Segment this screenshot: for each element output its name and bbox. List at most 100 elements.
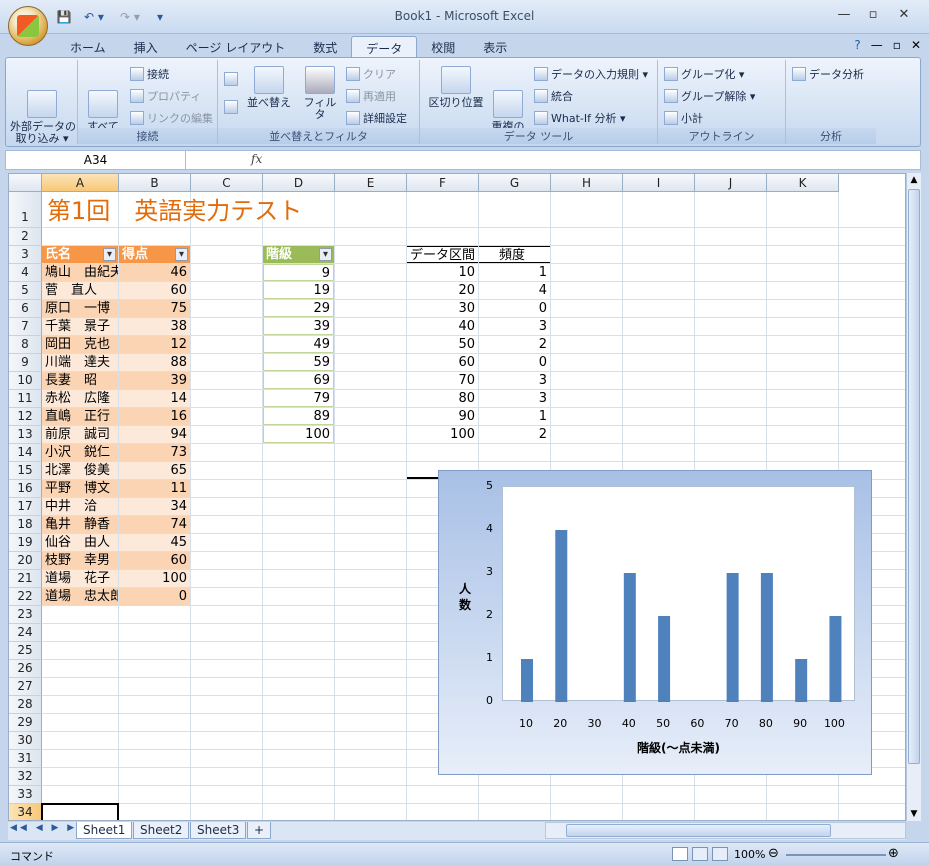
- row-header-4[interactable]: 4: [9, 264, 42, 282]
- student-score[interactable]: 11: [119, 480, 190, 497]
- row-header-1[interactable]: 1: [9, 192, 42, 228]
- external-data-button[interactable]: 外部データの 取り込み ▾: [10, 66, 76, 157]
- row-header-25[interactable]: 25: [9, 642, 42, 660]
- freq-value[interactable]: 0: [479, 354, 550, 371]
- page-layout-view-icon[interactable]: [692, 847, 708, 861]
- row-header-26[interactable]: 26: [9, 660, 42, 678]
- class-value[interactable]: 59: [263, 354, 334, 371]
- student-score[interactable]: 73: [119, 444, 190, 461]
- freq-value[interactable]: 3: [479, 390, 550, 407]
- row-header-28[interactable]: 28: [9, 696, 42, 714]
- help-icon[interactable]: ?: [854, 38, 860, 52]
- header-name-filter-dropdown-icon[interactable]: ▾: [103, 248, 116, 261]
- student-score[interactable]: 45: [119, 534, 190, 551]
- class-value[interactable]: 100: [263, 426, 334, 443]
- ribbon-restore-icon[interactable]: ▫: [893, 38, 901, 52]
- row-header-32[interactable]: 32: [9, 768, 42, 786]
- bin-value[interactable]: 70: [407, 372, 478, 389]
- student-name[interactable]: 平野 博文: [42, 480, 118, 497]
- row-header-22[interactable]: 22: [9, 588, 42, 606]
- minimize-button[interactable]: —: [833, 6, 855, 24]
- student-score[interactable]: 16: [119, 408, 190, 425]
- student-score[interactable]: 100: [119, 570, 190, 587]
- student-score[interactable]: 60: [119, 282, 190, 299]
- advanced-filter-button[interactable]: 詳細設定: [346, 110, 407, 126]
- row-header-17[interactable]: 17: [9, 498, 42, 516]
- bar-80[interactable]: [760, 573, 773, 702]
- student-score[interactable]: 60: [119, 552, 190, 569]
- row-header-27[interactable]: 27: [9, 678, 42, 696]
- clear-filter-button[interactable]: クリア: [346, 66, 396, 82]
- row-header-10[interactable]: 10: [9, 372, 42, 390]
- row-header-21[interactable]: 21: [9, 570, 42, 588]
- student-name[interactable]: 枝野 幸男: [42, 552, 118, 569]
- column-header-E[interactable]: E: [335, 174, 407, 192]
- student-name[interactable]: 前原 誠司: [42, 426, 118, 443]
- close-button[interactable]: ✕: [893, 6, 915, 24]
- class-value[interactable]: 19: [263, 282, 334, 299]
- ribbon-minimize-icon[interactable]: —: [871, 38, 883, 52]
- class-value[interactable]: 9: [263, 264, 334, 281]
- student-name[interactable]: 赤松 広隆: [42, 390, 118, 407]
- consolidate-button[interactable]: 統合: [534, 88, 573, 104]
- header-score[interactable]: 得点 ▾: [119, 246, 190, 263]
- freq-value[interactable]: 2: [479, 426, 550, 443]
- student-score[interactable]: 75: [119, 300, 190, 317]
- worksheet-grid[interactable]: ABCDEFGHIJK 1 2 3 4 5 6 7 8 9 10 11 12 13 14 15 16 17 18 1…: [8, 173, 906, 821]
- bin-value[interactable]: 50: [407, 336, 478, 353]
- freq-value[interactable]: 1: [479, 408, 550, 425]
- zoom-in-icon[interactable]: ⊕: [888, 846, 899, 861]
- tab-formulas[interactable]: 数式: [299, 36, 351, 58]
- what-if-button[interactable]: What-If 分析 ▾: [534, 110, 626, 126]
- student-score[interactable]: 14: [119, 390, 190, 407]
- row-header-14[interactable]: 14: [9, 444, 42, 462]
- tab-data[interactable]: データ: [351, 36, 418, 58]
- row-header-29[interactable]: 29: [9, 714, 42, 732]
- scroll-up-icon[interactable]: ▲: [907, 173, 921, 187]
- horizontal-scrollbar[interactable]: [545, 822, 906, 839]
- student-name[interactable]: 亀井 静香: [42, 516, 118, 533]
- row-header-31[interactable]: 31: [9, 750, 42, 768]
- student-score[interactable]: 39: [119, 372, 190, 389]
- row-header-34[interactable]: 34: [9, 804, 42, 820]
- histogram-chart[interactable]: 0 1 2 3 4 5 10 20 30 40 50 60 70 80 90 100 人 数 階級(～点未満…: [438, 470, 872, 775]
- row-header-9[interactable]: 9: [9, 354, 42, 372]
- student-name[interactable]: 仙谷 由人: [42, 534, 118, 551]
- tab-page-layout[interactable]: ページ レイアウト: [172, 36, 300, 58]
- bin-value[interactable]: 80: [407, 390, 478, 407]
- bar-100[interactable]: [829, 616, 842, 702]
- group-button[interactable]: グループ化 ▾: [664, 66, 744, 82]
- column-header-C[interactable]: C: [191, 174, 263, 192]
- class-value[interactable]: 49: [263, 336, 334, 353]
- class-value[interactable]: 69: [263, 372, 334, 389]
- freq-value[interactable]: 3: [479, 318, 550, 335]
- horizontal-scroll-thumb[interactable]: [566, 824, 831, 837]
- ribbon-close-icon[interactable]: ✕: [911, 38, 921, 52]
- data-analysis-button[interactable]: データ分析: [792, 66, 864, 82]
- bar-10[interactable]: [521, 659, 533, 702]
- column-header-D[interactable]: D: [263, 174, 335, 192]
- bar-90[interactable]: [795, 659, 808, 702]
- student-name[interactable]: 中井 洽: [42, 498, 118, 515]
- header-freq[interactable]: 頻度: [479, 246, 550, 263]
- column-header-K[interactable]: K: [767, 174, 839, 192]
- row-header-2[interactable]: 2: [9, 228, 42, 246]
- scroll-down-icon[interactable]: ▼: [907, 807, 921, 821]
- connections-button[interactable]: 接続: [130, 66, 169, 82]
- class-value[interactable]: 29: [263, 300, 334, 317]
- class-value[interactable]: 39: [263, 318, 334, 335]
- bin-value[interactable]: 100: [407, 426, 478, 443]
- column-header-B[interactable]: B: [119, 174, 191, 192]
- student-name[interactable]: 岡田 克也: [42, 336, 118, 353]
- column-header-A[interactable]: A: [42, 174, 119, 192]
- sort-button[interactable]: 並べ替え: [246, 66, 292, 109]
- reapply-button[interactable]: 再適用: [346, 88, 396, 104]
- bin-value[interactable]: 10: [407, 264, 478, 281]
- header-name[interactable]: 氏名 ▾: [42, 246, 118, 263]
- filter-button[interactable]: フィルタ: [300, 66, 340, 121]
- student-score[interactable]: 88: [119, 354, 190, 371]
- formula-input[interactable]: [271, 151, 920, 169]
- subtotal-button[interactable]: 小計: [664, 110, 703, 126]
- student-name[interactable]: 小沢 鋭仁: [42, 444, 118, 461]
- text-to-columns-button[interactable]: 区切り位置: [426, 66, 486, 109]
